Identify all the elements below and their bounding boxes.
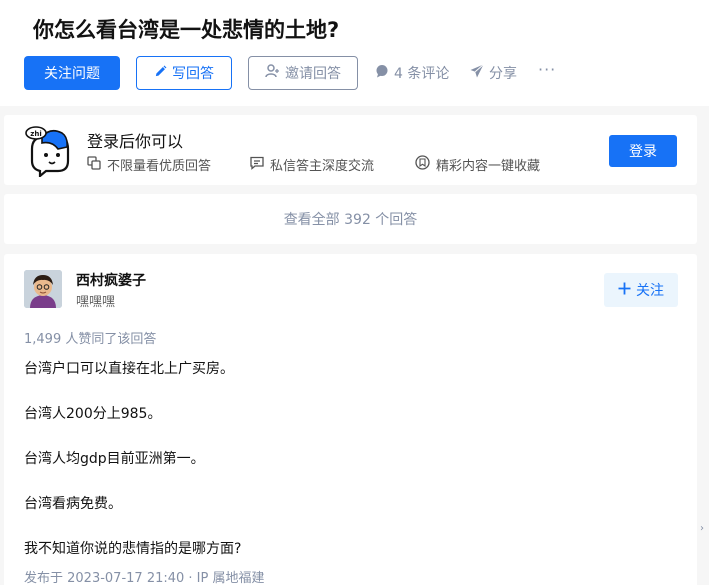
comments-button[interactable]: 4 条评论 — [375, 63, 449, 83]
scroll-edge-indicator: › — [700, 523, 704, 534]
invite-answer-label: 邀请回答 — [285, 66, 341, 82]
stack-copy-icon — [87, 155, 101, 174]
share-button[interactable]: 分享 — [470, 63, 517, 83]
follow-question-button[interactable]: 关注问题 — [24, 56, 120, 90]
feature-unlimited-answers: 不限量看优质回答 — [87, 155, 211, 174]
feature-label: 不限量看优质回答 — [107, 159, 212, 174]
plus-icon — [618, 282, 631, 299]
follow-author-button[interactable]: 关注 — [604, 273, 678, 307]
pencil-icon — [154, 65, 167, 82]
message-icon — [250, 156, 264, 174]
answer-paragraph: 台湾户口可以直接在北上广买房。 — [24, 361, 234, 377]
login-button[interactable]: 登录 — [609, 135, 677, 167]
more-dots-icon[interactable]: ··· — [538, 60, 556, 79]
answer-paragraph: 台湾人均gdp目前亚洲第一。 — [24, 451, 205, 467]
share-label: 分享 — [489, 66, 517, 82]
write-answer-button[interactable]: 写回答 — [136, 56, 232, 90]
comment-bubble-icon — [375, 64, 389, 82]
invite-answer-button[interactable]: 邀请回答 — [248, 56, 358, 90]
feature-label: 精彩内容一键收藏 — [436, 159, 541, 174]
share-plane-icon — [470, 64, 484, 82]
answer-card: 西村疯婆子 嘿嘿嘿 关注 1,499 人赞同了该回答 台湾户口可以直接在北上广买… — [4, 254, 697, 585]
feature-label: 私信答主深度交流 — [270, 159, 375, 174]
answer-paragraph: 台湾看病免费。 — [24, 496, 122, 512]
feature-private-message: 私信答主深度交流 — [250, 155, 374, 174]
author-bio: 嘿嘿嘿 — [76, 295, 116, 310]
zhihu-mascot-icon: zhi — [22, 125, 74, 181]
login-prompt-title: 登录后你可以 — [87, 132, 184, 151]
follow-author-label: 关注 — [636, 283, 664, 299]
feature-collect: 精彩内容一键收藏 — [415, 155, 540, 174]
invite-user-icon — [265, 64, 280, 82]
answer-paragraph: 我不知道你说的悲情指的是哪方面? — [24, 541, 242, 557]
view-all-answers-button[interactable]: 查看全部 392 个回答 — [4, 194, 697, 244]
write-answer-label: 写回答 — [172, 66, 214, 82]
question-title: 你怎么看台湾是一处悲情的土地? — [33, 18, 340, 42]
login-prompt-card: zhi 登录后你可以 不限量看优质回答 私信答主深度交流 精彩内容一键收藏 登录 — [4, 115, 697, 185]
question-header: 你怎么看台湾是一处悲情的土地? 关注问题 写回答 邀请回答 4 条评论 分享 ·… — [0, 0, 709, 106]
avatar[interactable] — [24, 270, 62, 308]
comments-label: 4 条评论 — [394, 66, 450, 82]
follow-question-label: 关注问题 — [44, 66, 100, 82]
bookmark-badge-icon — [415, 155, 430, 174]
publish-info[interactable]: 发布于 2023-07-17 21:40 · IP 属地福建 — [24, 567, 264, 585]
mascot-text: zhi — [30, 130, 41, 138]
answer-paragraph: 台湾人200分上985。 — [24, 406, 162, 422]
vote-count: 1,499 人赞同了该回答 — [24, 332, 157, 347]
author-name[interactable]: 西村疯婆子 — [76, 270, 146, 290]
